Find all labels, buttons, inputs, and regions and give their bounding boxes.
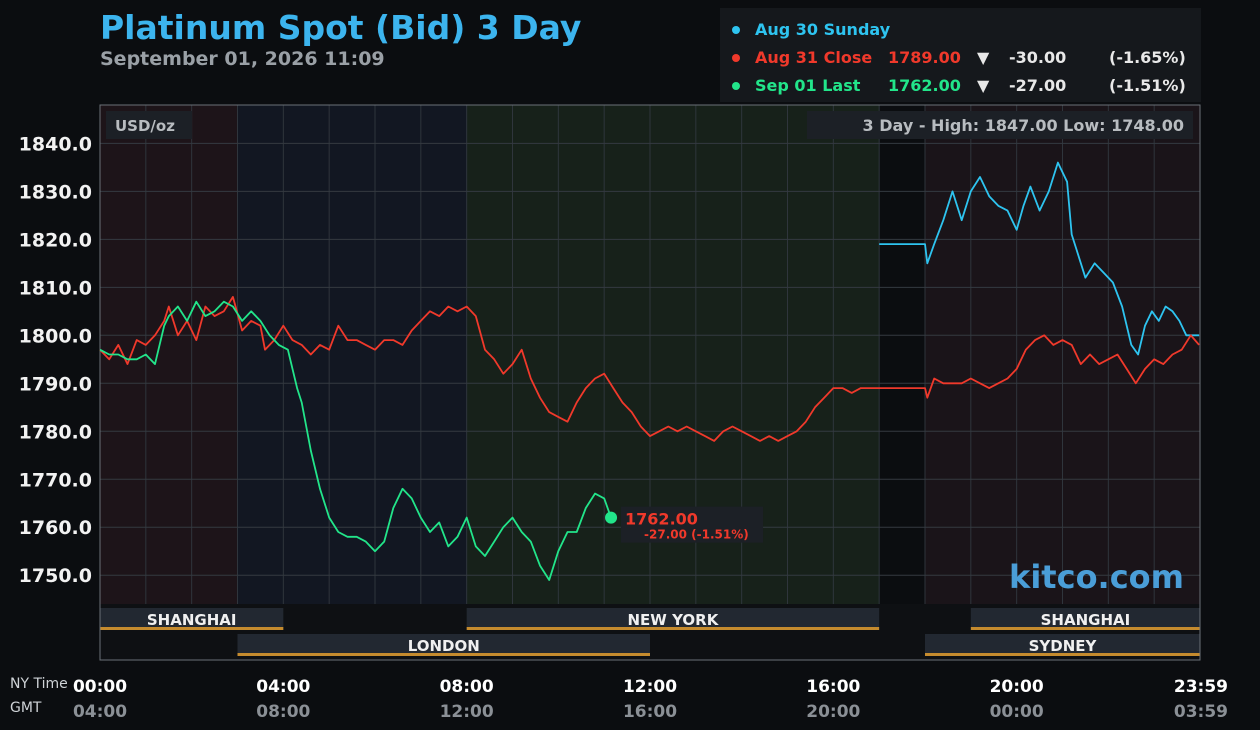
session-label: SYDNEY — [1029, 637, 1098, 655]
x-tick-label-ny: 16:00 — [806, 677, 860, 697]
x-tick-label-gmt: 00:00 — [990, 702, 1044, 722]
price-chart: SHANGHAI NEW YORK SHANGHAI LONDON SYDNEY USD/… — [19, 104, 1228, 722]
session-background — [879, 105, 925, 604]
x-tick-label-ny: 23:59 — [1174, 677, 1228, 697]
y-tick-label: 1810.0 — [19, 277, 92, 299]
session-label: SHANGHAI — [1041, 611, 1131, 629]
session-label: NEW YORK — [628, 611, 720, 629]
x-tick-label-gmt: 04:00 — [73, 702, 127, 722]
y-tick-label: 1840.0 — [19, 133, 92, 155]
y-tick-label: 1780.0 — [19, 421, 92, 443]
session-label: LONDON — [408, 637, 480, 655]
x-tick-label-gmt: 03:59 — [1174, 702, 1228, 722]
x-tick-label-gmt: 08:00 — [256, 702, 310, 722]
y-tick-label: 1750.0 — [19, 565, 92, 587]
x-tick-label-ny: 12:00 — [623, 677, 677, 697]
last-point-price: 1762.00 — [625, 510, 698, 529]
gmt-label: GMT — [10, 700, 42, 716]
session-label: SHANGHAI — [147, 611, 237, 629]
x-tick-label-ny: 20:00 — [990, 677, 1044, 697]
x-tick-label-ny: 04:00 — [256, 677, 310, 697]
y-tick-label: 1760.0 — [19, 517, 92, 539]
y-tick-label: 1820.0 — [19, 229, 92, 251]
ny-time-label: NY Time — [10, 676, 68, 692]
x-tick-label-gmt: 16:00 — [623, 702, 677, 722]
y-tick-label: 1790.0 — [19, 373, 92, 395]
session-background — [100, 105, 238, 604]
y-tick-label: 1830.0 — [19, 181, 92, 203]
x-tick-label-gmt: 20:00 — [806, 702, 860, 722]
last-point-change: -27.00 (-1.51%) — [644, 528, 749, 542]
last-point-marker — [605, 511, 618, 524]
x-tick-label-ny: 00:00 — [73, 677, 127, 697]
y-tick-label: 1800.0 — [19, 325, 92, 347]
range-text: 3 Day - High: 1847.00 Low: 1748.00 — [863, 116, 1184, 135]
watermark: kitco.com — [1009, 558, 1184, 596]
unit-label: USD/oz — [115, 117, 175, 135]
y-tick-label: 1770.0 — [19, 469, 92, 491]
x-tick-label-ny: 08:00 — [440, 677, 494, 697]
x-tick-label-gmt: 12:00 — [440, 702, 494, 722]
